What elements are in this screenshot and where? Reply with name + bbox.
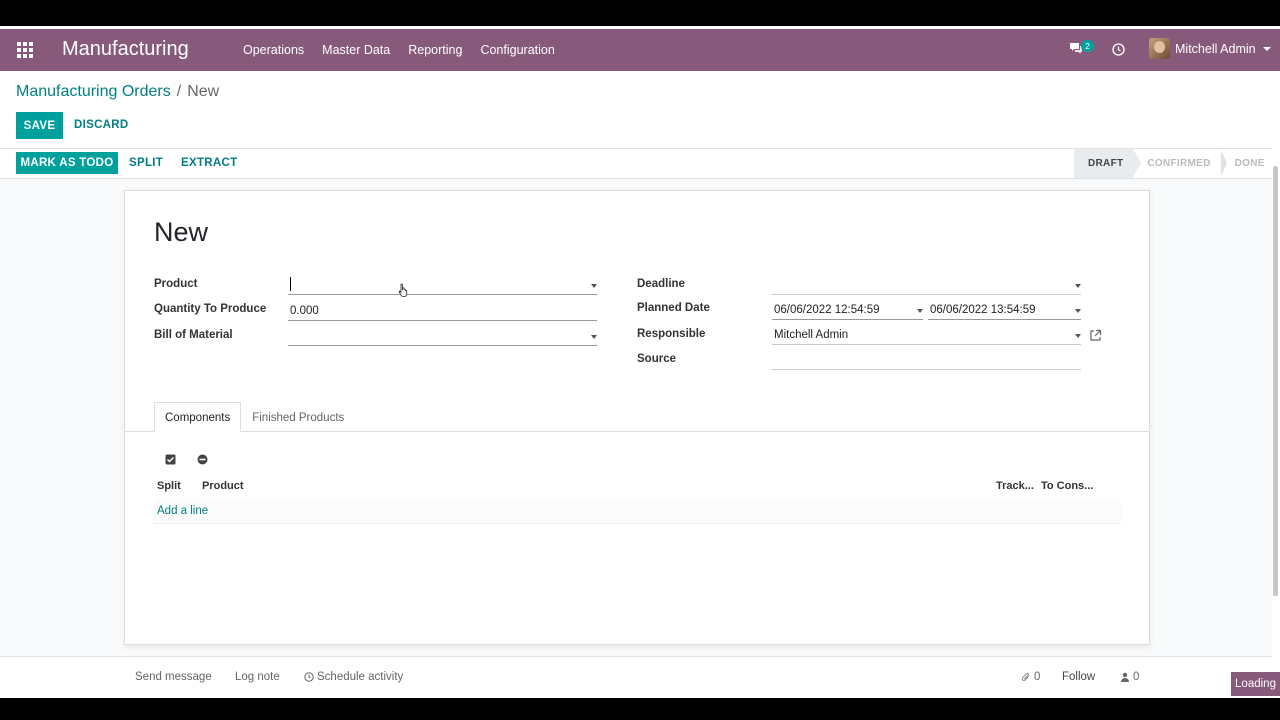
add-line-link[interactable]: Add a line xyxy=(157,505,208,517)
tab-finished-products[interactable]: Finished Products xyxy=(241,402,355,432)
log-note-button[interactable]: Log note xyxy=(235,671,280,683)
chevron-down-icon[interactable] xyxy=(1075,334,1081,338)
user-icon xyxy=(1121,672,1129,682)
tab-divider xyxy=(125,431,1149,432)
remove-circle-icon[interactable] xyxy=(197,454,208,465)
stage-confirmed-label: CONFIRMED xyxy=(1147,158,1211,169)
column-header-tracking[interactable]: Track... xyxy=(996,480,1034,492)
planned-end-field[interactable]: 06/06/2022 13:54:59 xyxy=(928,300,1081,320)
main-menu: Operations Master Data Reporting Configu… xyxy=(234,29,564,71)
text-cursor xyxy=(290,277,291,291)
table-row xyxy=(154,499,1121,524)
column-header-to-consume[interactable]: To Cons... xyxy=(1041,480,1093,492)
avatar xyxy=(1149,38,1170,59)
user-menu[interactable]: Mitchell Admin xyxy=(1149,38,1271,59)
notebook-tabs: Components Finished Products xyxy=(154,402,355,432)
stage-arrow xyxy=(1133,149,1142,177)
breadcrumb-current: New xyxy=(187,83,220,100)
send-message-button[interactable]: Send message xyxy=(135,671,212,683)
responsible-label: Responsible xyxy=(637,328,706,340)
followers-count: 0 xyxy=(1133,671,1140,683)
bom-field[interactable] xyxy=(288,326,597,346)
bom-label: Bill of Material xyxy=(154,329,233,341)
breadcrumb-separator: / xyxy=(176,83,182,100)
stage-done-label: DONE xyxy=(1234,158,1265,169)
menu-item-configuration[interactable]: Configuration xyxy=(471,29,563,71)
chevron-down-icon[interactable] xyxy=(917,309,923,313)
chevron-down-icon[interactable] xyxy=(591,335,597,339)
menu-item-reporting[interactable]: Reporting xyxy=(399,29,471,71)
chevron-down-icon[interactable] xyxy=(1075,309,1081,313)
tab-components[interactable]: Components xyxy=(154,402,242,432)
responsible-value: Mitchell Admin xyxy=(774,329,849,341)
quantity-value: 0.000 xyxy=(290,305,319,317)
app-brand[interactable]: Manufacturing xyxy=(62,38,189,61)
column-header-product[interactable]: Product xyxy=(202,480,244,492)
mouse-hand-cursor-icon xyxy=(398,283,408,297)
record-title: New xyxy=(154,217,209,247)
user-name: Mitchell Admin xyxy=(1175,41,1256,56)
app-window: Manufacturing Operations Master Data Rep… xyxy=(0,26,1280,698)
chat-count-badge: 2 xyxy=(1081,40,1094,52)
apps-grid-icon[interactable] xyxy=(17,42,33,58)
checkbox-icon[interactable] xyxy=(165,454,176,465)
chevron-down-icon xyxy=(1262,46,1271,51)
form-sheet: New Product Quantity To Produce 0.000 Bi… xyxy=(124,190,1150,645)
mark-as-todo-button[interactable]: MARK AS TODO xyxy=(16,152,118,174)
top-navbar: Manufacturing Operations Master Data Rep… xyxy=(0,29,1280,71)
menu-item-master-data[interactable]: Master Data xyxy=(313,29,399,71)
clock-icon xyxy=(304,672,314,682)
breadcrumb: Manufacturing Orders / New xyxy=(16,83,219,101)
attachments-button[interactable]: 0 xyxy=(1021,671,1040,683)
source-label: Source xyxy=(637,353,676,365)
deadline-field[interactable] xyxy=(772,275,1081,295)
activity-clock-icon[interactable] xyxy=(1112,43,1125,56)
quantity-label: Quantity To Produce xyxy=(154,303,267,315)
loading-indicator: Loading xyxy=(1231,672,1280,696)
save-button[interactable]: SAVE xyxy=(16,112,63,139)
split-button[interactable]: SPLIT xyxy=(129,157,163,169)
quantity-field[interactable]: 0.000 xyxy=(288,301,597,321)
follow-button[interactable]: Follow xyxy=(1062,671,1095,683)
schedule-activity-label: Schedule activity xyxy=(317,671,404,683)
chevron-down-icon[interactable] xyxy=(1075,284,1081,288)
attachments-count: 0 xyxy=(1034,671,1041,683)
product-label: Product xyxy=(154,278,198,290)
column-header-split[interactable]: Split xyxy=(157,480,181,492)
source-field[interactable] xyxy=(772,350,1081,370)
stage-done[interactable]: DONE xyxy=(1221,149,1275,178)
planned-date-label: Planned Date xyxy=(637,302,710,314)
external-link-icon[interactable] xyxy=(1089,329,1102,342)
product-field[interactable] xyxy=(288,275,597,295)
schedule-activity-button[interactable]: Schedule activity xyxy=(304,671,403,683)
followers-button[interactable]: 0 xyxy=(1120,671,1139,683)
extract-button[interactable]: EXTRACT xyxy=(181,157,237,169)
planned-end-value: 06/06/2022 13:54:59 xyxy=(930,304,1036,316)
planned-start-field[interactable]: 06/06/2022 12:54:59 xyxy=(772,300,923,320)
status-bar: MARK AS TODO SPLIT EXTRACT DRAFT CONFIRM… xyxy=(0,148,1272,179)
stage-pipeline: DRAFT CONFIRMED DONE xyxy=(1074,149,1275,178)
menu-item-operations[interactable]: Operations xyxy=(234,29,313,71)
chatter-bar: Send message Log note Schedule activity … xyxy=(0,656,1272,698)
deadline-label: Deadline xyxy=(637,278,685,290)
planned-start-value: 06/06/2022 12:54:59 xyxy=(774,304,880,316)
chevron-down-icon[interactable] xyxy=(591,284,597,288)
vertical-scrollbar[interactable] xyxy=(1273,166,1278,596)
stage-draft[interactable]: DRAFT xyxy=(1074,149,1142,178)
breadcrumb-parent[interactable]: Manufacturing Orders xyxy=(16,83,171,101)
responsible-field[interactable]: Mitchell Admin xyxy=(772,325,1081,345)
stage-confirmed[interactable]: CONFIRMED xyxy=(1133,149,1227,178)
discard-button[interactable]: DISCARD xyxy=(74,119,129,131)
stage-draft-label: DRAFT xyxy=(1088,158,1124,169)
paperclip-icon xyxy=(1021,672,1030,681)
